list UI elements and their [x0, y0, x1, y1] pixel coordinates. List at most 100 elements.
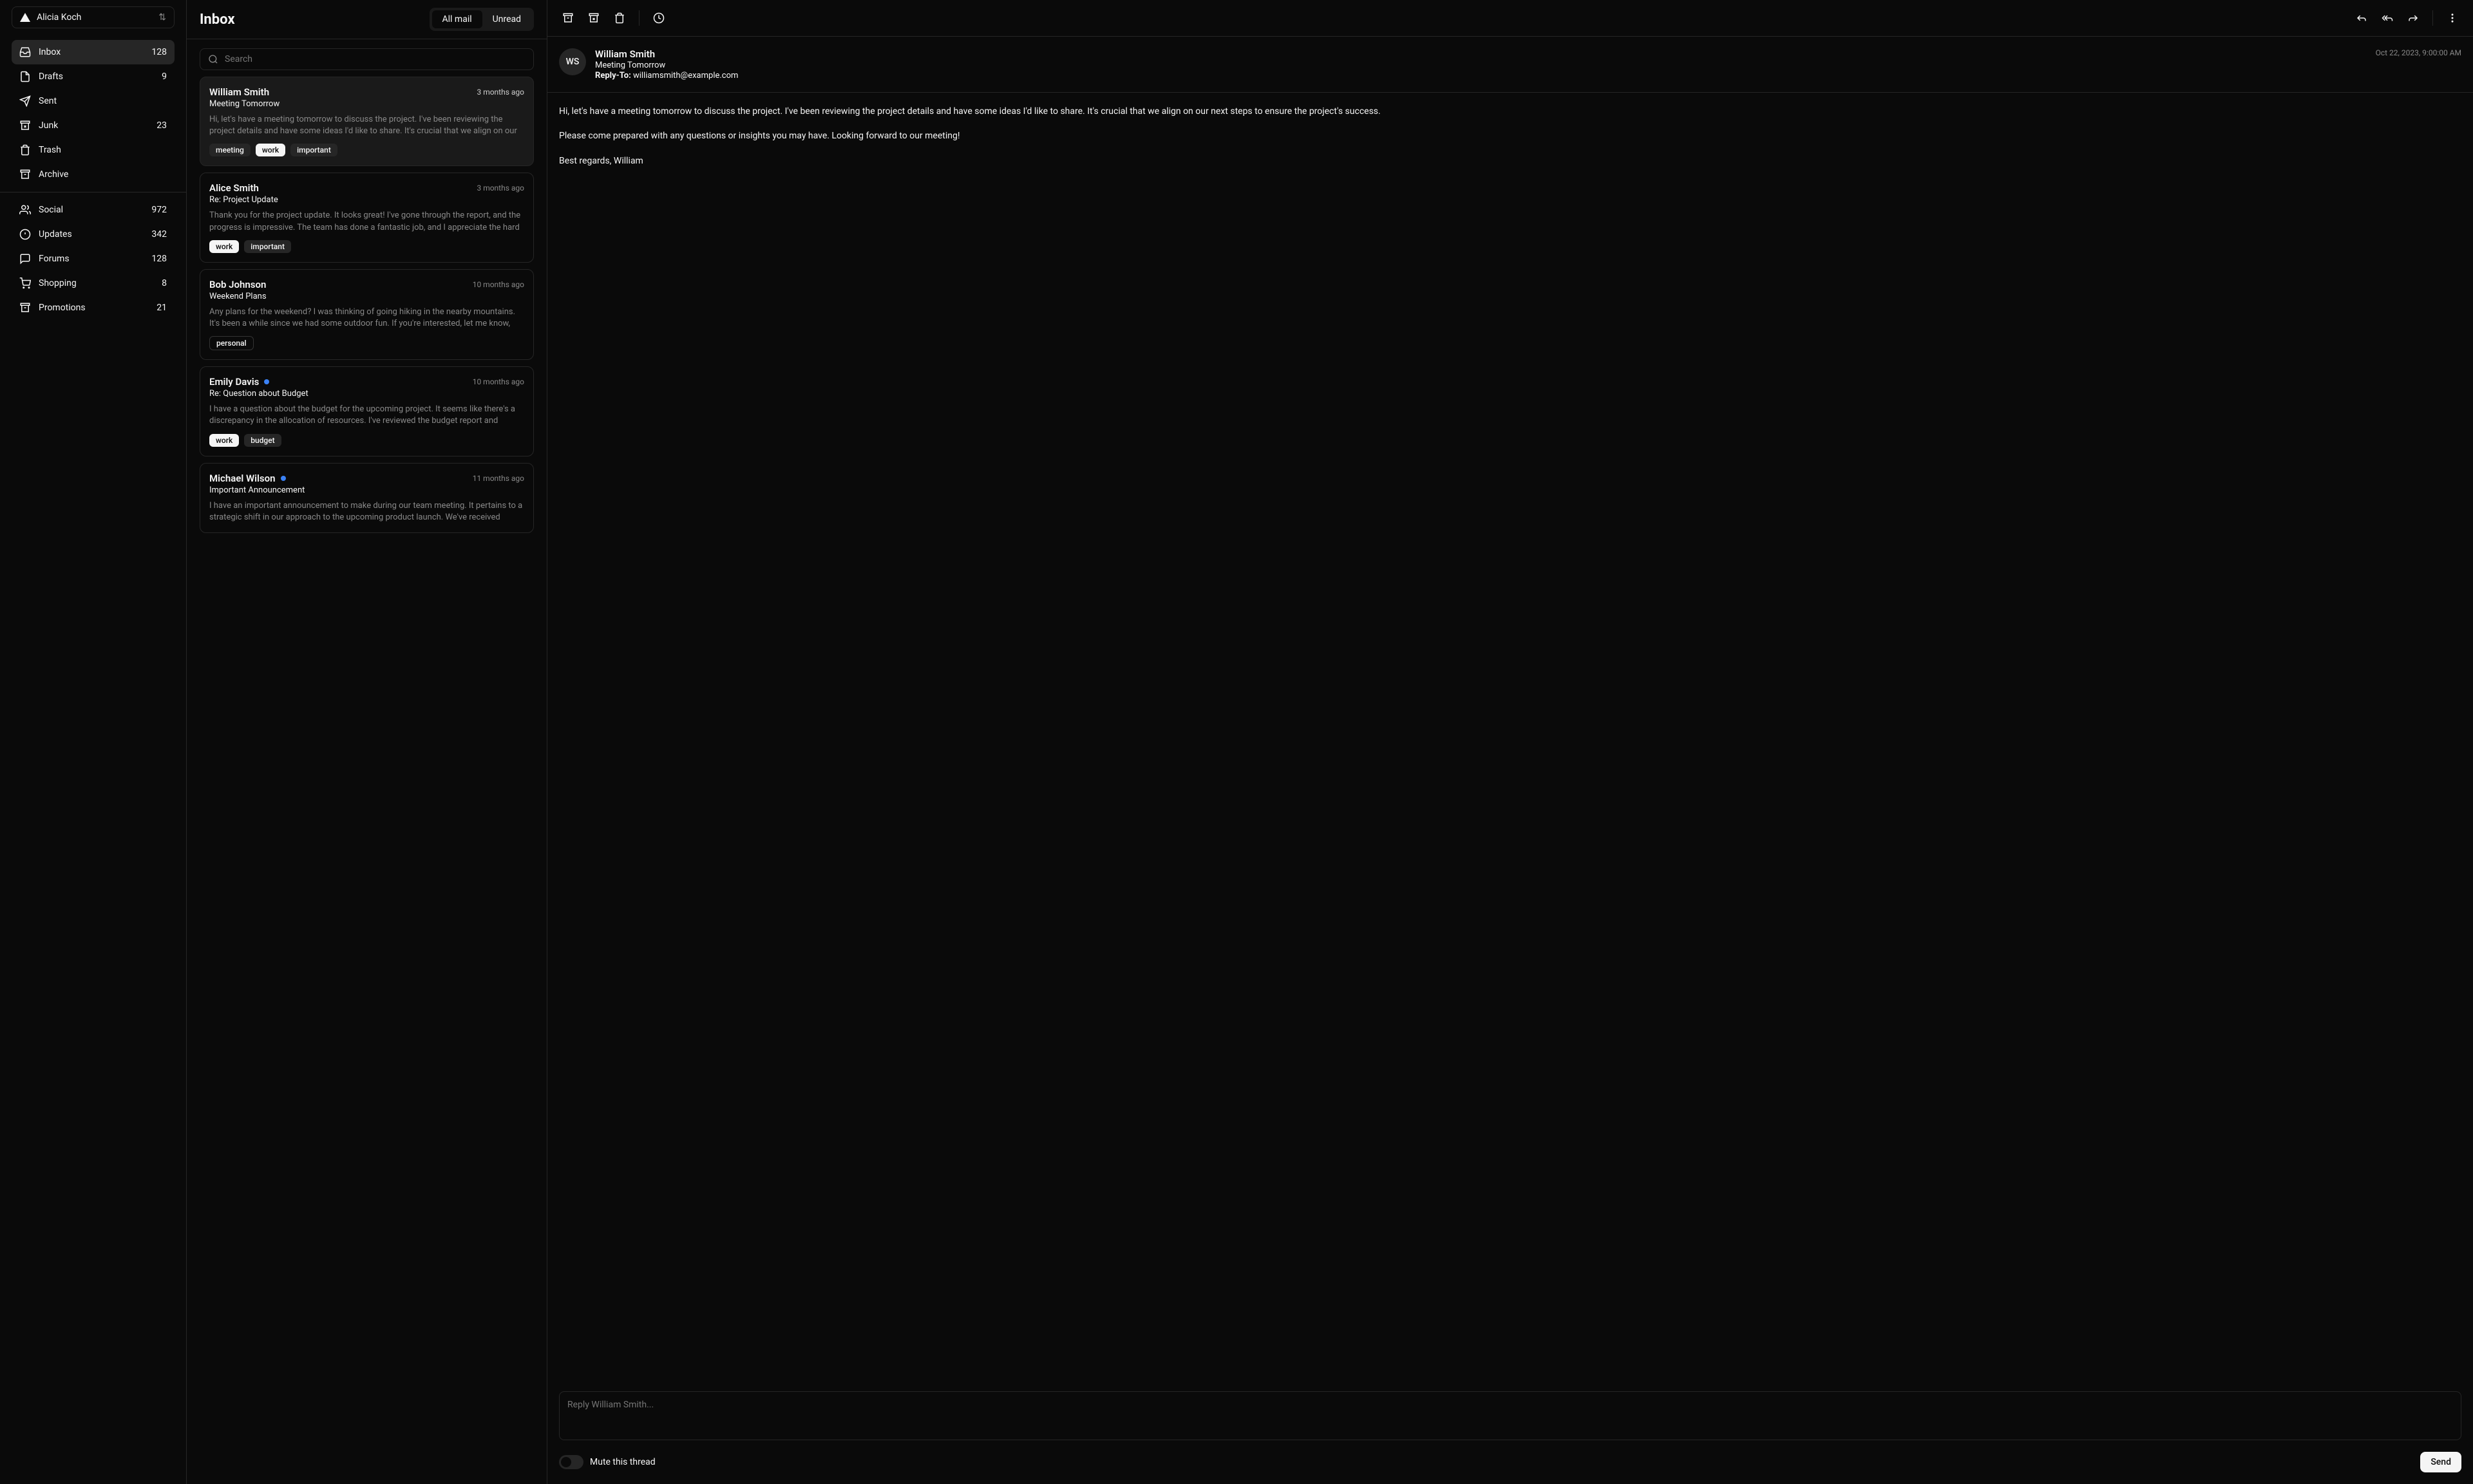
reply-button[interactable] [2350, 6, 2373, 30]
chevron-up-down-icon: ⇅ [158, 12, 166, 23]
mail-preview: Hi, let's have a meeting tomorrow to dis… [209, 114, 524, 137]
mail-tag: work [209, 240, 239, 253]
sidebar-item-updates[interactable]: Updates 342 [12, 222, 175, 247]
alert-circle-icon [19, 229, 31, 240]
mail-item[interactable]: Bob Johnson10 months agoWeekend PlansAny… [200, 269, 534, 360]
more-button[interactable] [2441, 6, 2464, 30]
sidebar-item-junk[interactable]: Junk 23 [12, 113, 175, 138]
users-icon [19, 204, 31, 216]
mail-item[interactable]: William Smith 3 months ago Meeting Tomorro… [200, 77, 534, 166]
tab-unread[interactable]: Unread [482, 10, 531, 28]
reply-area: Mute this thread Send [547, 1380, 2473, 1484]
mail-tag: meeting [209, 144, 251, 156]
mail-subject: Important Announcement [209, 485, 524, 495]
mail-item[interactable]: Alice Smith3 months agoRe: Project Updat… [200, 173, 534, 262]
detail-from: William Smith [595, 48, 2367, 60]
mail-tag: important [244, 240, 291, 253]
sidebar-label: Trash [39, 145, 61, 155]
mail-time: 10 months ago [473, 280, 524, 289]
search-field[interactable] [200, 48, 534, 70]
sender-avatar: WS [559, 48, 586, 75]
detail-meta: William Smith Meeting Tomorrow Reply-To:… [595, 48, 2367, 80]
mail-preview: Any plans for the weekend? I was thinkin… [209, 306, 524, 330]
mail-subject: Re: Project Update [209, 195, 524, 205]
body-paragraph: Best regards, William [559, 154, 2461, 168]
mail-sender: Alice Smith [209, 182, 259, 194]
sidebar-item-drafts[interactable]: Drafts 9 [12, 64, 175, 89]
mail-item[interactable]: Emily Davis 10 months ago Re: Question abo… [200, 366, 534, 456]
detail-reply-to: Reply-To: williamsmith@example.com [595, 71, 2367, 80]
reply-icon [2356, 12, 2367, 24]
mail-tags: personal [209, 336, 524, 350]
archive-button[interactable] [556, 6, 580, 30]
move-to-junk-button[interactable] [582, 6, 605, 30]
mail-time: 10 months ago [473, 377, 524, 386]
mail-time: 11 months ago [473, 474, 524, 483]
sidebar-label: Promotions [39, 303, 86, 313]
detail-panel: WS William Smith Meeting Tomorrow Reply-… [547, 0, 2473, 1484]
detail-subject: Meeting Tomorrow [595, 61, 2367, 70]
separator [639, 10, 640, 26]
mail-tag: personal [209, 336, 254, 350]
sidebar-label: Junk [39, 120, 58, 131]
separator [2432, 10, 2433, 26]
inbox-header: Inbox All mail Unread [187, 0, 547, 39]
sidebar-item-archive[interactable]: Archive [12, 162, 175, 187]
message-square-icon [19, 253, 31, 265]
tab-switcher: All mail Unread [430, 8, 534, 31]
reply-footer: Mute this thread Send [559, 1452, 2461, 1472]
mail-sender: Emily Davis [209, 376, 259, 388]
sidebar-item-forums[interactable]: Forums 128 [12, 247, 175, 271]
detail-toolbar [547, 0, 2473, 37]
sidebar-label: Shopping [39, 278, 77, 288]
mail-tag: work [256, 144, 285, 156]
mail-preview: Thank you for the project update. It loo… [209, 210, 524, 233]
mail-item[interactable]: Michael Wilson11 months agoImportant Ann… [200, 463, 534, 533]
archive-icon [562, 12, 574, 24]
clock-icon [653, 12, 665, 24]
search-input[interactable] [225, 54, 526, 64]
mail-sender: Bob Johnson [209, 279, 266, 290]
inbox-panel: Inbox All mail Unread William Smith 3 mon… [187, 0, 547, 1484]
mail-tag: work [209, 434, 239, 447]
sidebar-item-promotions[interactable]: Promotions 21 [12, 296, 175, 320]
sidebar-count: 972 [151, 205, 167, 215]
send-button[interactable]: Send [2420, 1452, 2461, 1472]
account-switcher[interactable]: Alicia Koch ⇅ [12, 6, 175, 28]
trash-icon [614, 12, 625, 24]
mute-toggle[interactable] [559, 1455, 583, 1469]
reply-textarea[interactable] [559, 1391, 2461, 1440]
file-icon [19, 71, 31, 82]
mail-tags: work important [209, 240, 524, 253]
sidebar-label: Updates [39, 229, 72, 240]
sidebar-label: Social [39, 205, 63, 215]
reply-all-button[interactable] [2376, 6, 2399, 30]
mail-sender: William Smith [209, 86, 269, 98]
sidebar-item-inbox[interactable]: Inbox 128 [12, 40, 175, 64]
send-icon [19, 95, 31, 107]
reply-all-icon [2382, 12, 2393, 24]
sidebar-item-sent[interactable]: Sent [12, 89, 175, 113]
sidebar-item-trash[interactable]: Trash [12, 138, 175, 162]
mail-time: 3 months ago [477, 88, 524, 97]
mail-subject: Re: Question about Budget [209, 389, 524, 399]
mail-subject: Meeting Tomorrow [209, 99, 524, 109]
archive-icon [19, 169, 31, 180]
sidebar-count: 8 [162, 278, 167, 288]
mail-list[interactable]: William Smith 3 months ago Meeting Tomorro… [187, 77, 547, 1484]
snooze-button[interactable] [647, 6, 670, 30]
account-name: Alicia Koch [37, 12, 81, 23]
forward-button[interactable] [2402, 6, 2425, 30]
mute-label: Mute this thread [590, 1457, 656, 1467]
sidebar-item-social[interactable]: Social 972 [12, 198, 175, 222]
sidebar-label: Sent [39, 96, 57, 106]
trash-button[interactable] [608, 6, 631, 30]
sidebar-count: 128 [151, 254, 167, 264]
sidebar-count: 23 [156, 120, 167, 131]
body-paragraph: Please come prepared with any questions … [559, 129, 2461, 143]
sidebar-item-shopping[interactable]: Shopping 8 [12, 271, 175, 296]
forward-icon [2407, 12, 2419, 24]
detail-date: Oct 22, 2023, 9:00:00 AM [2376, 48, 2461, 80]
tab-all-mail[interactable]: All mail [432, 10, 482, 28]
account-logo-icon [20, 13, 30, 22]
